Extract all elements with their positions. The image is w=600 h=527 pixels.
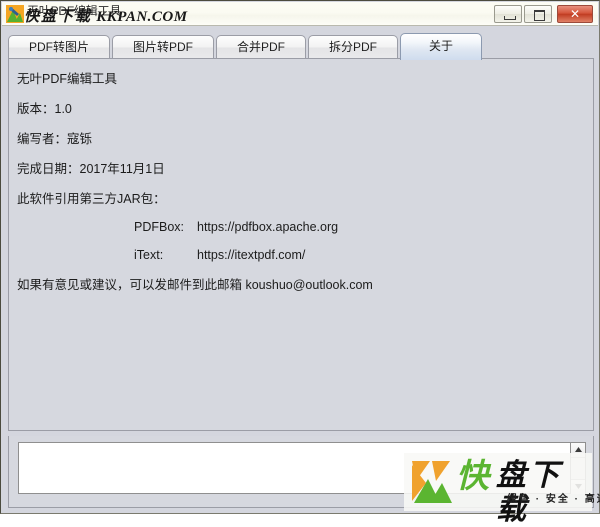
maximize-icon [525,6,551,22]
tab-merge-pdf[interactable]: 合并PDF [216,35,306,59]
jar-name-pdfbox: PDFBox: [134,220,185,234]
maximize-button[interactable] [524,5,552,23]
about-version: 版本：1.0 [17,102,72,116]
title-bar[interactable]: 无叶PDF编辑工具 快盘下载 KKPAN.COM ✕ [2,2,598,26]
about-finish-date: 完成日期：2017年11月1日 [17,162,165,176]
watermark-logo-slogan: 绿色 · 安全 · 高速 [507,494,600,505]
about-author: 编写者：寇铄 [17,132,93,146]
title-watermark: 快盘下载 KKPAN.COM [24,8,188,26]
app-icon [6,5,24,23]
watermark-logo-kuai: 快 [456,457,489,494]
jar-url-pdfbox[interactable]: https://pdfbox.apache.org [197,219,338,235]
close-button[interactable]: ✕ [557,5,593,23]
title-watermark-domain: KKPAN.COM [96,9,188,25]
kkpan-logo-mark [410,459,454,510]
title-watermark-cn: 快盘下载 [24,8,93,25]
tab-pdf-to-image[interactable]: PDF转图片 [8,35,110,59]
tab-about[interactable]: 关于 [400,33,482,60]
jar-name-itext: iText: [134,248,164,262]
about-app-name: 无叶PDF编辑工具 [17,72,118,86]
about-contact: 如果有意见或建议，可以发邮件到此邮箱 koushuo@outlook.com [17,278,373,292]
about-panel: 无叶PDF编辑工具 版本：1.0 编写者：寇铄 完成日期：2017年11月1日 … [8,58,594,431]
download-site-watermark: 快 盘下载 绿色 · 安全 · 高速 [404,453,600,526]
minimize-icon [495,6,521,22]
watermark-logo-rest: 盘下载 [496,459,562,526]
jar-url-itext[interactable]: https://itextpdf.com/ [197,247,305,263]
minimize-button[interactable] [494,5,522,23]
tab-bar: PDF转图片 图片转PDF 合并PDF 拆分PDF 关于 [8,33,594,60]
application-window: 无叶PDF编辑工具 快盘下载 KKPAN.COM ✕ PDF转图片 图片转PDF… [0,0,600,526]
about-jar-heading: 此软件引用第三方JAR包： [17,192,166,206]
tab-image-to-pdf[interactable]: 图片转PDF [112,35,214,59]
close-icon: ✕ [569,7,581,21]
tab-split-pdf[interactable]: 拆分PDF [308,35,398,59]
